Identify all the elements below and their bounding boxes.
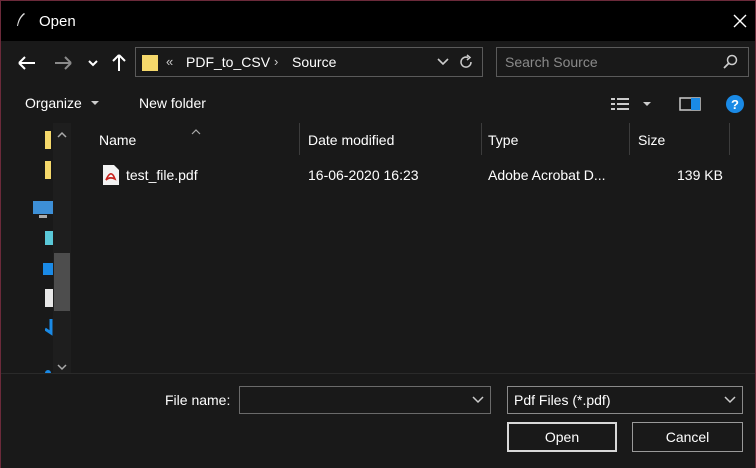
chevron-down-icon [437,58,449,66]
address-dropdown-button[interactable] [436,54,450,73]
arrow-left-icon [18,56,35,70]
file-name-combobox[interactable] [239,386,491,414]
command-toolbar: Organize New folder ? [1,85,755,123]
window-title: Open [39,13,76,30]
pdf-file-icon [103,165,119,188]
breadcrumb-overflow[interactable]: « [166,54,173,69]
column-header-date[interactable]: Date modified [300,123,480,155]
dialog-footer: File name: Pdf Files (*.pdf) Open Cancel [1,373,755,468]
3d-objects-icon[interactable] [43,229,53,250]
scrollbar-thumb[interactable] [54,253,70,311]
close-button[interactable] [727,7,753,35]
column-divider[interactable] [729,123,730,155]
svg-text:?: ? [731,97,739,112]
column-name-label: Name [99,132,137,148]
file-size: 139 KB [677,167,723,183]
column-size-label: Size [638,132,666,148]
chevron-down-icon [724,393,736,410]
scroll-up-icon[interactable] [57,127,67,143]
up-button[interactable] [107,49,131,77]
cancel-button[interactable]: Cancel [632,422,743,452]
address-bar[interactable]: « PDF_to_CSV › Source [135,47,483,77]
navigation-pane [1,123,73,376]
column-type-label: Type [488,132,519,148]
file-type-filter-value: Pdf Files (*.pdf) [514,392,611,408]
column-header-name[interactable]: Name [73,123,299,155]
open-button[interactable]: Open [507,422,617,452]
column-header-size[interactable]: Size [630,123,728,155]
title-bar: Open [1,1,755,41]
open-dialog: Open « PDF_to_CSV › Source Search Source… [0,0,756,468]
organize-button[interactable]: Organize [25,95,100,111]
new-folder-button[interactable]: New folder [139,95,206,111]
arrow-up-icon [112,54,126,71]
view-options-button[interactable] [611,95,655,116]
refresh-icon [460,54,472,68]
file-type: Adobe Acrobat D... [488,167,606,183]
close-icon [733,14,747,28]
breadcrumb-source[interactable]: Source [292,54,336,70]
refresh-button[interactable] [458,53,474,74]
chevron-down-icon [88,60,98,67]
column-date-label: Date modified [308,132,395,148]
navigation-scrollbar[interactable] [53,123,71,373]
search-input[interactable] [505,52,715,72]
forward-button[interactable] [51,49,77,77]
search-icon[interactable] [723,54,739,73]
organize-label: Organize [25,95,82,111]
column-header-type[interactable]: Type [482,123,628,155]
chevron-down-icon[interactable] [472,393,484,410]
sort-ascending-icon [191,123,201,139]
file-name: test_file.pdf [126,167,198,183]
file-date: 16-06-2020 16:23 [308,167,419,183]
quill-icon [15,12,27,28]
file-type-filter-select[interactable]: Pdf Files (*.pdf) [507,386,743,414]
recent-locations-button[interactable] [85,49,101,77]
preview-pane-button[interactable] [679,95,701,116]
help-icon: ? [726,95,744,113]
preview-pane-icon [679,97,701,111]
breadcrumb-separator-icon: › [274,54,279,69]
folder-icon[interactable] [45,161,51,182]
breadcrumb-pdf-to-csv[interactable]: PDF_to_CSV [186,54,270,70]
back-button[interactable] [15,49,41,77]
documents-icon[interactable] [45,289,53,310]
file-row[interactable]: test_file.pdf 16-06-2020 16:23 Adobe Acr… [97,163,737,187]
help-button[interactable]: ? [725,94,745,117]
quick-access-folder-icon[interactable] [45,131,51,152]
file-name-label: File name: [165,392,231,408]
details-view-icon [611,98,651,110]
downloads-icon[interactable] [44,319,53,340]
folder-icon [142,54,158,72]
arrow-right-icon [55,56,72,70]
desktop-icon[interactable] [43,261,53,280]
this-pc-icon[interactable] [33,201,53,222]
navigation-bar: « PDF_to_CSV › Source [1,41,755,85]
dropdown-arrow-icon [90,101,99,105]
file-list: Name Date modified Type Size test_file.p… [73,123,755,373]
search-box[interactable] [496,47,749,77]
